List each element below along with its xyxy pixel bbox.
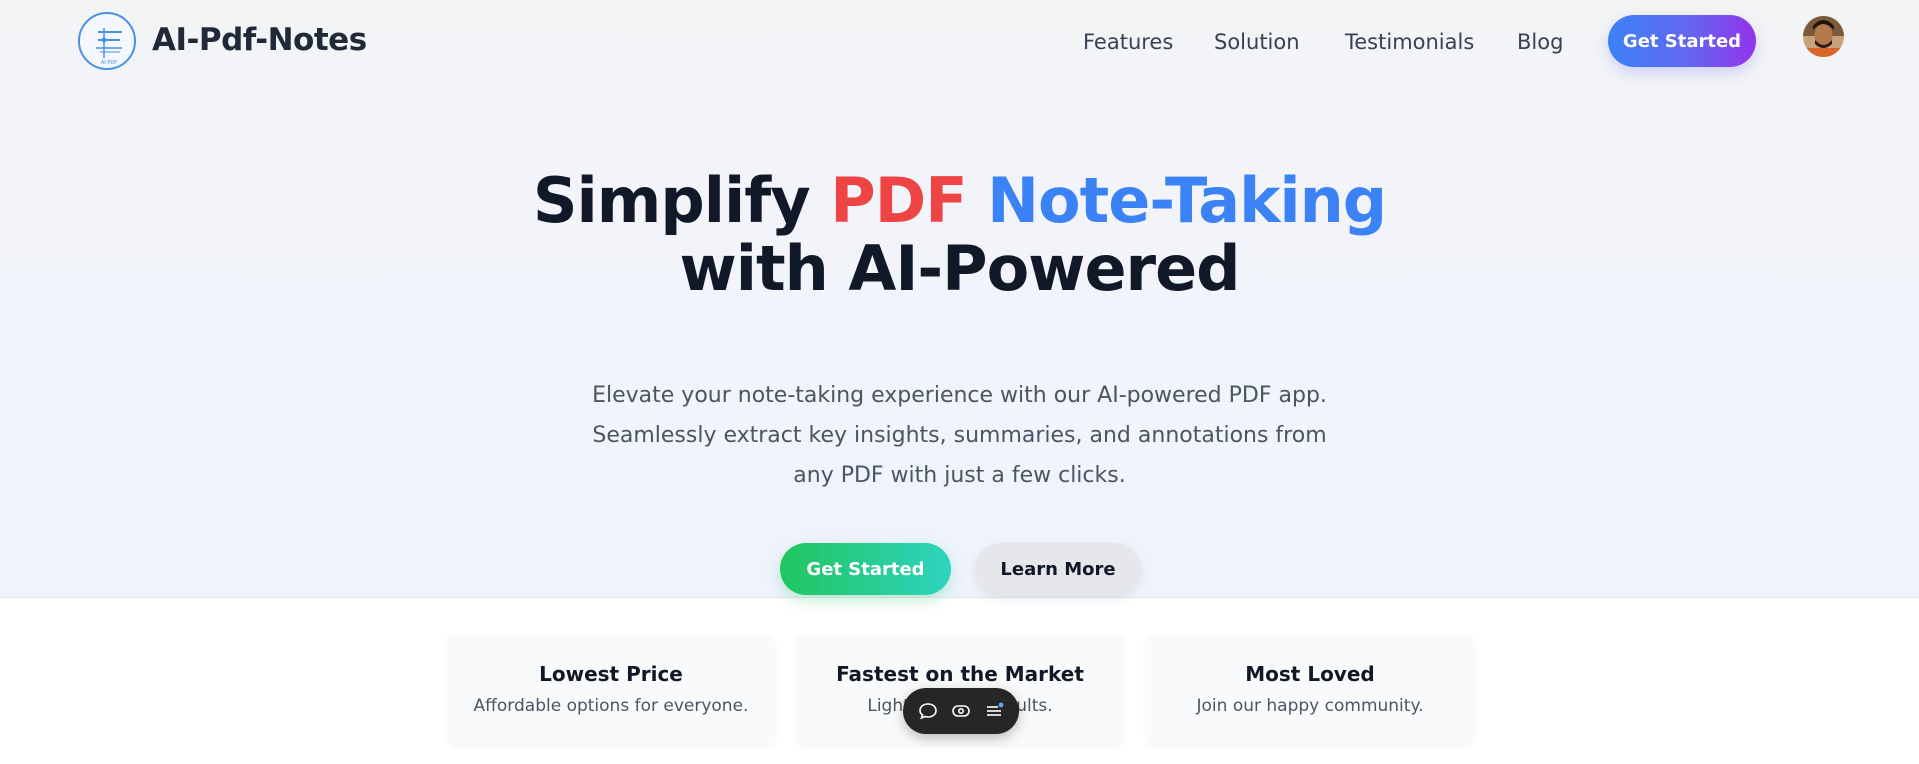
user-avatar[interactable]: [1803, 16, 1844, 57]
hero-title-pdf: PDF: [830, 164, 967, 237]
hero-subtitle-line-3: any PDF with just a few clicks.: [793, 463, 1126, 488]
hero-subtitle-line-1: Elevate your note-taking experience with…: [592, 383, 1327, 408]
site-header: AI PDF AI-Pdf-Notes Features Solution Te…: [0, 0, 1919, 84]
feature-card-most-loved: Most Loved Join our happy community.: [1146, 634, 1474, 744]
nav-features[interactable]: Features: [1083, 30, 1173, 54]
nav-solution[interactable]: Solution: [1214, 30, 1300, 54]
nav-testimonials[interactable]: Testimonials: [1345, 30, 1474, 54]
feature-card-lowest-price: Lowest Price Affordable options for ever…: [447, 634, 775, 744]
header-get-started-button[interactable]: Get Started: [1608, 15, 1756, 67]
toggle-eye-icon[interactable]: [950, 700, 972, 722]
hero-learn-more-button[interactable]: Learn More: [975, 543, 1141, 595]
menu-notification-icon[interactable]: [983, 700, 1005, 722]
hero-title-note-taking: Note-Taking: [987, 164, 1387, 237]
hero-get-started-button[interactable]: Get Started: [780, 543, 951, 595]
nav-blog[interactable]: Blog: [1517, 30, 1563, 54]
hero-title-line-2: with AI-Powered: [679, 232, 1240, 305]
floating-toolbar: [903, 688, 1019, 734]
feature-card-description: Affordable options for everyone.: [473, 696, 749, 716]
feature-card-title: Lowest Price: [539, 662, 683, 686]
hero-title-simplify: Simplify: [532, 164, 811, 237]
feature-card-title: Fastest on the Market: [836, 662, 1084, 686]
feature-card-description: Join our happy community.: [1196, 696, 1424, 716]
brand-name[interactable]: AI-Pdf-Notes: [152, 22, 367, 58]
feature-card-title: Most Loved: [1245, 662, 1375, 686]
logo-icon[interactable]: AI PDF: [78, 12, 136, 70]
hero-title-line-1: Simplify PDF Note-Taking: [0, 164, 1919, 237]
logo-caption: AI PDF: [101, 60, 117, 66]
hero-subtitle-line-2: Seamlessly extract key insights, summari…: [592, 423, 1327, 448]
comment-icon[interactable]: [917, 700, 939, 722]
